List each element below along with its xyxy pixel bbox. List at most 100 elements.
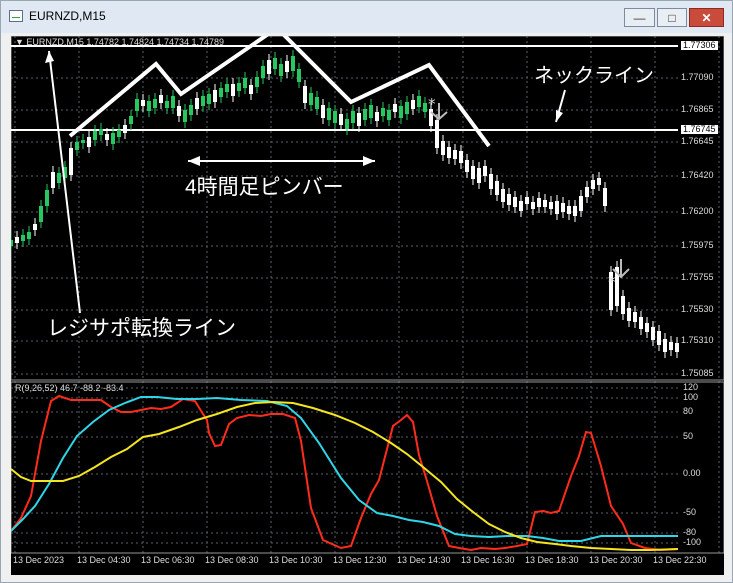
time-label: 13 Dec 04:30 [77,555,131,565]
candle-body [243,78,247,88]
candle-body [441,141,445,155]
chart-graphics: * * [11,36,724,554]
indicator-border [11,381,724,554]
maximize-button[interactable]: □ [657,8,687,27]
candle-body [11,240,13,246]
price-label: 1.75755 [681,272,714,282]
price-label: 1.75310 [681,335,714,345]
candle-body [99,129,103,135]
time-label: 13 Dec 12:30 [333,555,387,565]
candle-body [591,180,595,189]
resistance-support-label: レジサポ転換ライン [47,317,236,340]
candle-body [75,142,79,150]
main-chart-info: ▼ EURNZD,M15 1.74782 1.74824 1.74734 1.7… [15,37,225,47]
time-label: 13 Dec 22:30 [653,555,707,565]
candle-body [201,96,205,106]
price-label: 1.76645 [681,136,714,146]
price-label: 1.75085 [681,368,714,378]
price-label: 1.77090 [681,72,714,82]
candle-body [453,150,457,159]
candle-body [135,99,139,111]
candle-body [555,201,559,214]
candle-body [585,187,589,197]
maximize-icon: □ [668,10,676,25]
candle-body [327,108,331,120]
candle-body [165,101,169,108]
time-label: 13 Dec 14:30 [397,555,451,565]
candle-body [621,296,625,314]
candle-body [411,100,415,109]
candle-body [579,196,583,211]
candle-body [675,343,679,352]
candle-body [171,96,175,108]
candle-body [333,111,337,123]
candle-body [387,110,391,120]
candle-body [483,166,487,176]
candle-body [633,312,637,322]
candle-body [27,232,31,239]
title-bar: EURNZD,M15 — □ ✕ [1,1,732,33]
candle-body [87,137,91,147]
candle-body [93,131,97,140]
indicator-scale-label: 0.00 [683,468,701,478]
candle-body [81,140,85,143]
close-icon: ✕ [701,10,712,25]
candle-body [561,203,565,212]
candle-body [117,130,121,137]
candle-body [495,181,499,195]
candle-body [507,194,511,205]
candle-body [381,108,385,116]
time-label: 13 Dec 08:30 [205,555,259,565]
candle-body [15,237,19,243]
candle-body [273,58,277,69]
candle-body [39,206,43,222]
candle-body [657,331,661,345]
price-label: 1.75975 [681,240,714,250]
candle-body [477,168,481,183]
candle-body [597,178,601,185]
candle-body [123,125,127,133]
candle-body [33,224,37,230]
candle-body [249,85,253,94]
signal-star-icon: * [608,273,616,291]
indicator-scale-label: 120 [683,382,699,392]
chart-area[interactable]: * * ▼ EURNZD,M15 1.74782 1.74824 1.74734… [11,36,724,575]
pinbar-right-arrow-icon [363,156,375,166]
indicator-scale-label: 50 [683,431,694,441]
candle-body [45,190,49,206]
candle-body [309,93,313,105]
price-label: 1.76420 [681,170,714,180]
indicator-scale-label: 80 [683,406,694,416]
minimize-button[interactable]: — [624,8,655,27]
candle-body [159,95,163,103]
time-label: 13 Dec 16:30 [461,555,515,565]
candle-body [417,96,421,107]
candle-body [369,105,373,118]
candle-body [183,110,187,122]
candle-body [537,198,541,207]
candle-body [261,66,265,78]
candle-body [105,134,109,140]
candle-body [627,308,631,321]
close-button[interactable]: ✕ [689,8,724,27]
indicator-scale-label: -50 [683,507,697,517]
candle-body [21,235,25,241]
neckline-pointer-arrow-icon [556,110,563,122]
candle-body [393,104,397,112]
neckline-label: ネックライン [534,65,654,87]
candle-body [471,166,475,179]
candle-body [639,317,643,329]
indicator-lines [11,394,679,552]
candle-body [345,119,349,129]
candle-body [447,147,451,158]
indicator-title: R(9,26,52) 46.7 -88.2 -83.4 [15,383,124,393]
chart-window: EURNZD,M15 — □ ✕ * * ▼ EURNZD,M15 1.7478… [0,0,733,583]
candle-body [297,69,301,82]
candle-body [513,197,517,207]
indicator-scale-label: 100 [683,392,699,402]
candle-body [57,173,61,183]
candle-body [69,148,73,175]
candle-body [153,99,157,108]
time-label: 13 Dec 10:30 [269,555,323,565]
candle-body [435,120,439,148]
